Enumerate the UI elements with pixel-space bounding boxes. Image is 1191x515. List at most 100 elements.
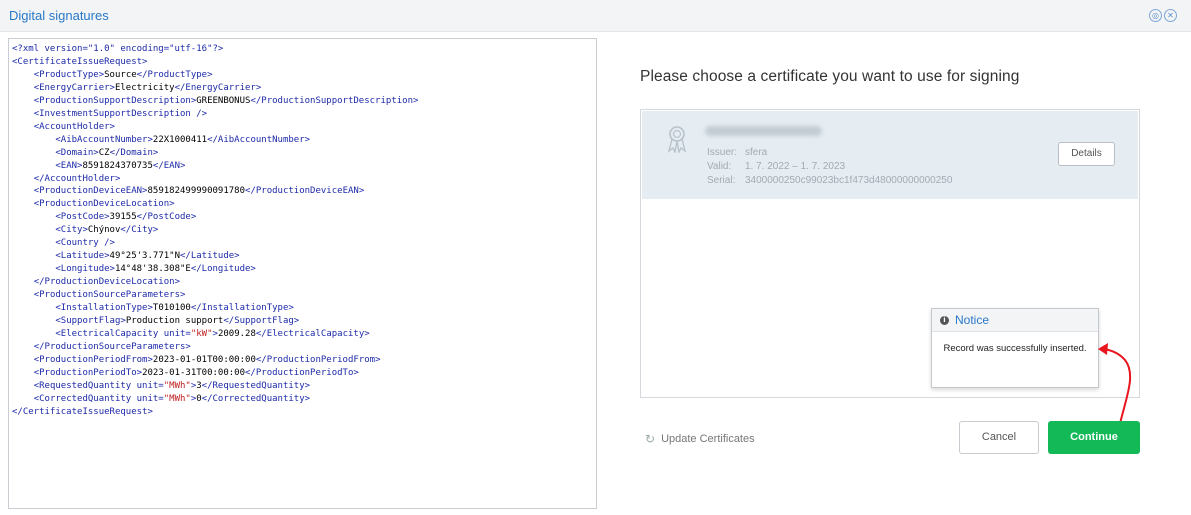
- window-controls: ◎ ✕: [1149, 9, 1177, 22]
- certificate-item[interactable]: Issuer: sfera Valid: 1. 7. 2022 – 1. 7. 20…: [642, 111, 1138, 199]
- xml-preview[interactable]: <?xml version="1.0" encoding="utf-16"?> …: [8, 38, 597, 509]
- xml-text: CZ: [98, 147, 110, 158]
- xml-tag: <SupportFlag>: [55, 316, 126, 327]
- xml-text: Production support: [125, 316, 224, 327]
- xml-line: <Longitude>14°48'38.308"E</Longitude>: [12, 264, 256, 274]
- details-button[interactable]: Details: [1058, 142, 1115, 166]
- xml-tag: <ProductType>: [33, 69, 105, 80]
- maximize-icon[interactable]: ◎: [1149, 9, 1162, 22]
- xml-text: 8591824370735: [82, 160, 153, 171]
- red-arrow-annotation: [1098, 343, 1132, 429]
- xml-tag: </Longitude>: [190, 264, 256, 275]
- xml-tag: </SupportFlag>: [223, 316, 300, 327]
- xml-tag: <Domain>: [55, 147, 99, 158]
- window-titlebar: Digital signatures ◎ ✕: [0, 0, 1191, 32]
- xml-tag: </RequestedQuantity>: [201, 380, 311, 391]
- xml-line: <AccountHolder>: [12, 122, 115, 132]
- serial-value: 3400000250c99023bc1f473d48000000000250: [745, 175, 953, 186]
- xml-line: <ProductionDeviceEAN>859182499990091780<…: [12, 186, 365, 197]
- notice-title: Notice: [955, 313, 990, 327]
- xml-tag: <PostCode>: [55, 212, 110, 223]
- xml-line: <CorrectedQuantity unit="MWh">0</Correct…: [12, 394, 310, 404]
- xml-line: <ProductionDeviceLocation>: [12, 199, 175, 209]
- xml-text: 39155: [109, 212, 137, 223]
- xml-tag: </ProductionDeviceLocation>: [33, 277, 180, 288]
- xml-line: <Domain>CZ</Domain>: [12, 148, 158, 158]
- xml-attr-value: "kW": [190, 328, 213, 339]
- xml-tag: </CertificateIssueRequest>: [12, 406, 153, 417]
- xml-line: <City>Chýnov</City>: [12, 225, 158, 235]
- xml-code: <?xml version="1.0" encoding="utf-16"?> …: [9, 39, 596, 419]
- xml-attr-value: "MWh": [163, 380, 191, 391]
- xml-tag: <ProductionPeriodFrom>: [33, 354, 153, 365]
- xml-text: 2023-01-01T00:00:00: [152, 354, 256, 365]
- xml-tag: <EAN>: [55, 160, 83, 171]
- xml-line: <ProductionPeriodTo>2023-01-31T00:00:00<…: [12, 368, 359, 378]
- xml-tag: </ProductionDeviceEAN>: [245, 186, 365, 197]
- xml-tag: <RequestedQuantity unit=: [33, 380, 164, 391]
- xml-text: 22X1000411: [152, 134, 208, 145]
- xml-tag: </ProductionSourceParameters>: [33, 341, 191, 352]
- certificate-issuer: Issuer: sfera: [707, 147, 767, 158]
- xml-line: </ProductionDeviceLocation>: [12, 277, 180, 287]
- xml-tag: <CertificateIssueRequest>: [12, 56, 148, 67]
- xml-tag: <ProductionDeviceLocation>: [33, 199, 175, 210]
- xml-tag: <ProductionSourceParameters>: [33, 290, 186, 301]
- serial-label: Serial:: [707, 175, 736, 186]
- xml-tag: <Country />: [55, 238, 115, 249]
- xml-attr-value: "MWh": [163, 393, 191, 404]
- close-icon[interactable]: ✕: [1164, 9, 1177, 22]
- xml-tag: <ProductionPeriodTo>: [33, 367, 143, 378]
- xml-text: 2023-01-31T00:00:00: [142, 367, 246, 378]
- xml-line: <ProductionSourceParameters>: [12, 290, 186, 301]
- xml-line: <CertificateIssueRequest>: [12, 57, 147, 67]
- valid-value: 1. 7. 2022 – 1. 7. 2023: [745, 161, 846, 172]
- xml-tag: <ProductionDeviceEAN>: [33, 186, 148, 197]
- xml-tag: </PostCode>: [136, 212, 197, 223]
- xml-tag: <AccountHolder>: [33, 121, 115, 132]
- xml-line: <AibAccountNumber>22X1000411</AibAccount…: [12, 135, 310, 145]
- xml-text: 859182499990091780: [147, 186, 246, 197]
- xml-line: </ProductionSourceParameters>: [12, 342, 191, 352]
- certificate-valid: Valid: 1. 7. 2022 – 1. 7. 2023: [707, 161, 845, 172]
- xml-tag: <InvestmentSupportDescription />: [33, 108, 208, 119]
- xml-tag: <?xml version="1.0" encoding="utf-16"?>: [12, 44, 224, 54]
- xml-tag: <CorrectedQuantity unit=: [33, 393, 164, 404]
- xml-tag: </CorrectedQuantity>: [201, 393, 311, 404]
- info-icon: i: [940, 315, 949, 325]
- xml-text: 14°48'38.308"E: [114, 264, 191, 275]
- xml-tag: <EnergyCarrier>: [33, 82, 115, 93]
- xml-tag: <Longitude>: [55, 264, 115, 275]
- xml-tag: </ProductionSupportDescription>: [250, 95, 419, 106]
- certificate-name-blurred: [705, 126, 822, 136]
- xml-line: <EAN>8591824370735</EAN>: [12, 161, 185, 171]
- refresh-icon: ↻: [645, 432, 656, 446]
- xml-text: Electricity: [114, 82, 175, 93]
- xml-tag: </EAN>: [152, 160, 186, 171]
- cancel-button[interactable]: Cancel: [959, 421, 1039, 454]
- xml-text: GREENBONUS: [196, 95, 251, 106]
- xml-tag: </City>: [120, 225, 159, 236]
- xml-text: Source: [104, 69, 137, 80]
- xml-line: <SupportFlag>Production support</Support…: [12, 316, 299, 326]
- xml-line: <InstallationType>T010100</InstallationT…: [12, 303, 294, 314]
- xml-line: <ProductionSupportDescription>GREENBONUS…: [12, 95, 419, 106]
- window-title: Digital signatures: [9, 8, 109, 23]
- xml-tag: <ElectricalCapacity unit=: [55, 328, 191, 339]
- xml-tag: </AccountHolder>: [33, 173, 121, 184]
- xml-tag: </ProductionPeriodTo>: [245, 367, 359, 378]
- xml-text: T010100: [152, 303, 191, 314]
- xml-tag: </ProductionPeriodFrom>: [255, 354, 381, 365]
- xml-line: <ElectricalCapacity unit="kW">2009.28</E…: [12, 328, 369, 339]
- xml-text: Chýnov: [87, 225, 121, 236]
- xml-tag: </InstallationType>: [190, 303, 294, 314]
- update-certificates-link[interactable]: ↻ Update Certificates: [645, 432, 755, 446]
- notice-header: i Notice: [932, 309, 1098, 332]
- continue-button[interactable]: Continue: [1048, 421, 1140, 454]
- xml-line: <EnergyCarrier>Electricity</EnergyCarrie…: [12, 82, 262, 93]
- xml-tag: <InstallationType>: [55, 303, 153, 314]
- xml-tag: </ProductType>: [136, 69, 213, 80]
- certificate-icon: [667, 126, 687, 153]
- issuer-label: Issuer:: [707, 147, 738, 158]
- xml-tag: </Domain>: [109, 147, 159, 158]
